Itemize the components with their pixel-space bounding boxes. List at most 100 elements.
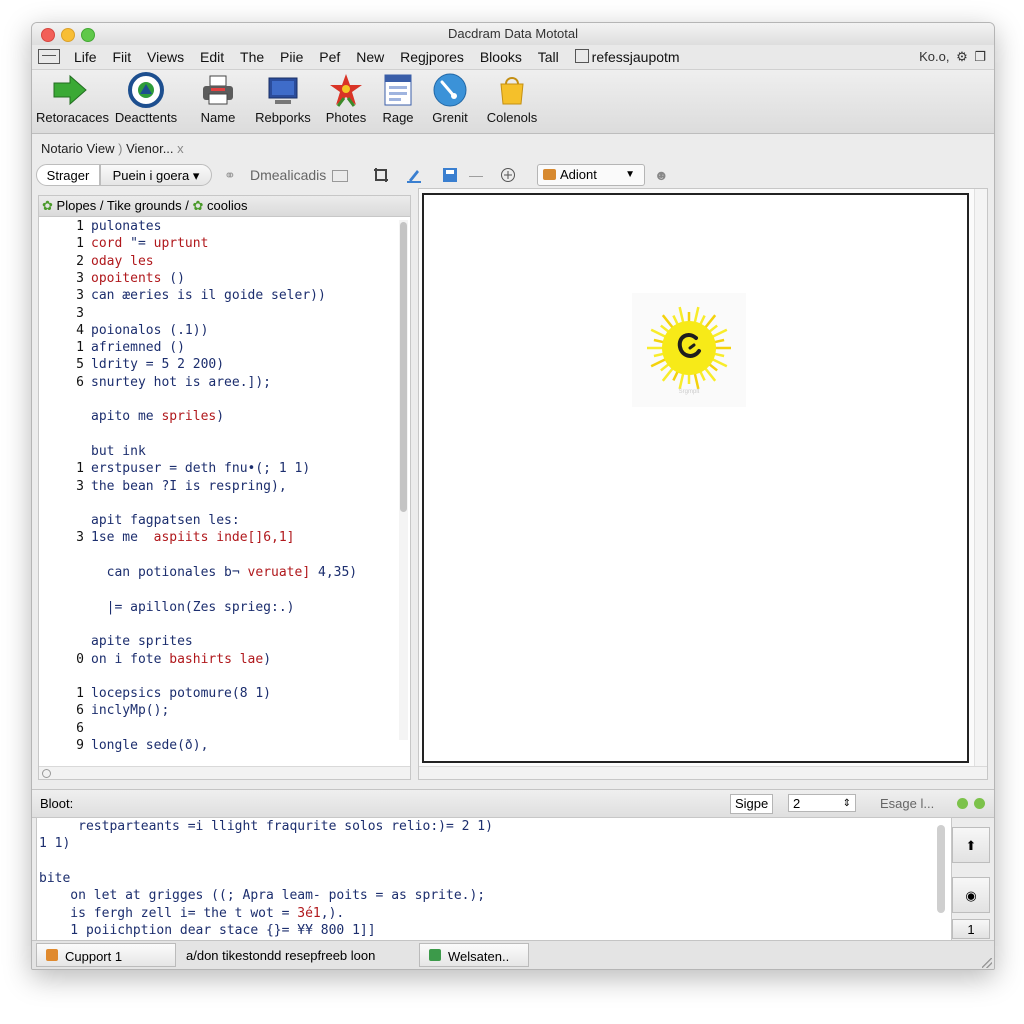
editor-vertical-scrollbar[interactable]: [399, 220, 408, 740]
sigpe-button[interactable]: Sigpe: [730, 794, 774, 814]
pin-icon[interactable]: ❐: [974, 49, 986, 64]
sidebar-toggle-icon[interactable]: [38, 49, 60, 64]
editor-path-header: ✿ Plopes / Tike grounds / ✿ coolios: [39, 196, 410, 217]
status-text: Ko.o,: [919, 49, 950, 64]
dropdown-value: Adiont: [560, 167, 597, 182]
toolbar-button-grenit[interactable]: Grenit: [426, 72, 474, 125]
code-line: is fergh zell i= the t wot = 3é1,).: [39, 905, 344, 922]
menu-items: Life Fiit Views Edit The Piie Pef New Re…: [68, 45, 686, 69]
side-tool-button[interactable]: ⬆: [952, 827, 990, 863]
code-line: but ink: [39, 443, 146, 460]
console-header-bar: Bloot: Sigpe 2 ⇕ Esage l...: [32, 789, 994, 818]
path-segment[interactable]: Tike grounds: [107, 198, 182, 213]
console-output[interactable]: restparteants =i llight fraqurite solos …: [36, 817, 952, 941]
toolbar-label: Photes: [325, 110, 367, 125]
breadcrumb-item[interactable]: Vienor...: [126, 141, 173, 156]
menu-item[interactable]: New: [350, 45, 390, 69]
sun-ray: [693, 306, 700, 323]
sun-ray: [660, 363, 670, 372]
resize-grip[interactable]: [982, 958, 992, 968]
mode-dropdown[interactable]: Adiont ▼: [537, 164, 645, 186]
side-tool-button[interactable]: ◉: [952, 877, 990, 913]
menu-item[interactable]: Fiit: [106, 45, 137, 69]
menu-checkbox-item[interactable]: refessjaupotm: [569, 45, 686, 69]
sun-ray: [653, 352, 664, 358]
settings-icon[interactable]: ⚙: [956, 49, 968, 64]
status-label: Cupport 1: [65, 949, 123, 964]
toolbar-button-deacttents[interactable]: Deacttents: [110, 72, 182, 125]
tab-strager[interactable]: Strager: [36, 164, 100, 186]
green-square-icon: [429, 949, 441, 961]
breadcrumb-item[interactable]: Notario View: [41, 141, 114, 156]
breadcrumb-close[interactable]: x: [177, 141, 184, 156]
minimize-window-button[interactable]: [61, 28, 75, 42]
editor-horizontal-scrollbar[interactable]: [39, 766, 410, 779]
minus-icon[interactable]: —: [469, 167, 485, 183]
code-token: 3é1: [297, 905, 321, 921]
toolbar-button-retoracaces[interactable]: Retoracaces: [36, 72, 109, 125]
sun-ray: [678, 373, 685, 390]
pen-icon[interactable]: [406, 167, 422, 183]
line-number: 3: [76, 288, 84, 304]
code-line: 1 poiichption dear stace {}= ¥¥ 800 1]]: [39, 922, 375, 939]
add-circle-icon[interactable]: [500, 167, 516, 183]
code-token: 1 poiichption dear stace {}=: [39, 922, 298, 938]
menu-item[interactable]: Views: [141, 45, 190, 69]
sun-ray: [672, 315, 679, 326]
bag-icon: [494, 72, 530, 108]
path-segment[interactable]: coolios: [207, 198, 247, 213]
path-segment[interactable]: Plopes: [57, 198, 97, 213]
tab-puein-goera[interactable]: Puein i goera ▾: [100, 164, 212, 186]
canvas-horizontal-scrollbar[interactable]: [419, 766, 987, 779]
globe-icon: [432, 72, 468, 108]
sun-sprite[interactable]: Srgmplt: [632, 293, 746, 407]
window-title: Dacdram Data Mototal: [447, 26, 579, 41]
code-lines[interactable]: 1 pulonates 1 cord "= uprtunt 2 oday les 3 opoi…: [39, 218, 395, 764]
canvas-vertical-scrollbar[interactable]: [974, 189, 987, 779]
app-window: Dacdram Data Mototal Life Fiit Views Edi…: [31, 22, 995, 970]
link-icon[interactable]: ⚭: [224, 167, 240, 183]
stage-canvas[interactable]: Srgmplt: [422, 193, 969, 763]
save-icon[interactable]: [442, 167, 458, 183]
window-icon[interactable]: [332, 170, 348, 182]
menu-item[interactable]: The: [234, 45, 270, 69]
crop-icon[interactable]: [373, 167, 389, 183]
code-line: can potionales b¬ veruate] 4,35): [39, 564, 358, 581]
toolbar-button-photes[interactable]: Photes: [322, 72, 370, 125]
user-icon[interactable]: ☻: [654, 167, 670, 183]
status-item-welsaten[interactable]: Welsaten..: [419, 943, 529, 967]
side-tool-button[interactable]: 1: [952, 919, 990, 939]
menu-item[interactable]: Tall: [532, 45, 565, 69]
stepper-arrows-icon[interactable]: ⇕: [843, 795, 851, 813]
scroll-thumb[interactable]: [400, 222, 407, 512]
toolbar-button-rebporks[interactable]: Rebporks: [252, 72, 314, 125]
menu-item[interactable]: Regjpores: [394, 45, 470, 69]
menu-item[interactable]: Pef: [313, 45, 346, 69]
toolbar-button-rage[interactable]: Rage: [376, 72, 420, 125]
menu-item[interactable]: Blooks: [474, 45, 528, 69]
menu-item[interactable]: Edit: [194, 45, 230, 69]
menu-item[interactable]: Piie: [274, 45, 309, 69]
code-token: inclyMp();: [91, 703, 170, 719]
status-label: Welsaten..: [448, 949, 510, 964]
monitor-icon: [265, 72, 301, 108]
checkbox-icon[interactable]: [574, 49, 589, 63]
maximize-window-button[interactable]: [81, 28, 95, 42]
close-window-button[interactable]: [41, 28, 55, 42]
toolbar-button-name[interactable]: Name: [192, 72, 244, 125]
toolbar-button-colenols[interactable]: Colenols: [482, 72, 542, 125]
menu-item[interactable]: Life: [68, 45, 103, 69]
scroll-dot-icon: [42, 769, 51, 778]
toolbar-label: Colenols: [486, 110, 538, 125]
code-line: 3 can æeries is il goide seler)): [39, 287, 326, 304]
status-indicator-icon: [974, 798, 985, 809]
console-scrollbar[interactable]: [937, 825, 945, 913]
status-item-support[interactable]: Cupport 1: [36, 943, 176, 967]
value-stepper[interactable]: 2 ⇕: [788, 794, 856, 812]
sun-ray: [653, 338, 664, 344]
line-number: 6: [76, 374, 84, 390]
line-number: 1: [76, 461, 84, 477]
